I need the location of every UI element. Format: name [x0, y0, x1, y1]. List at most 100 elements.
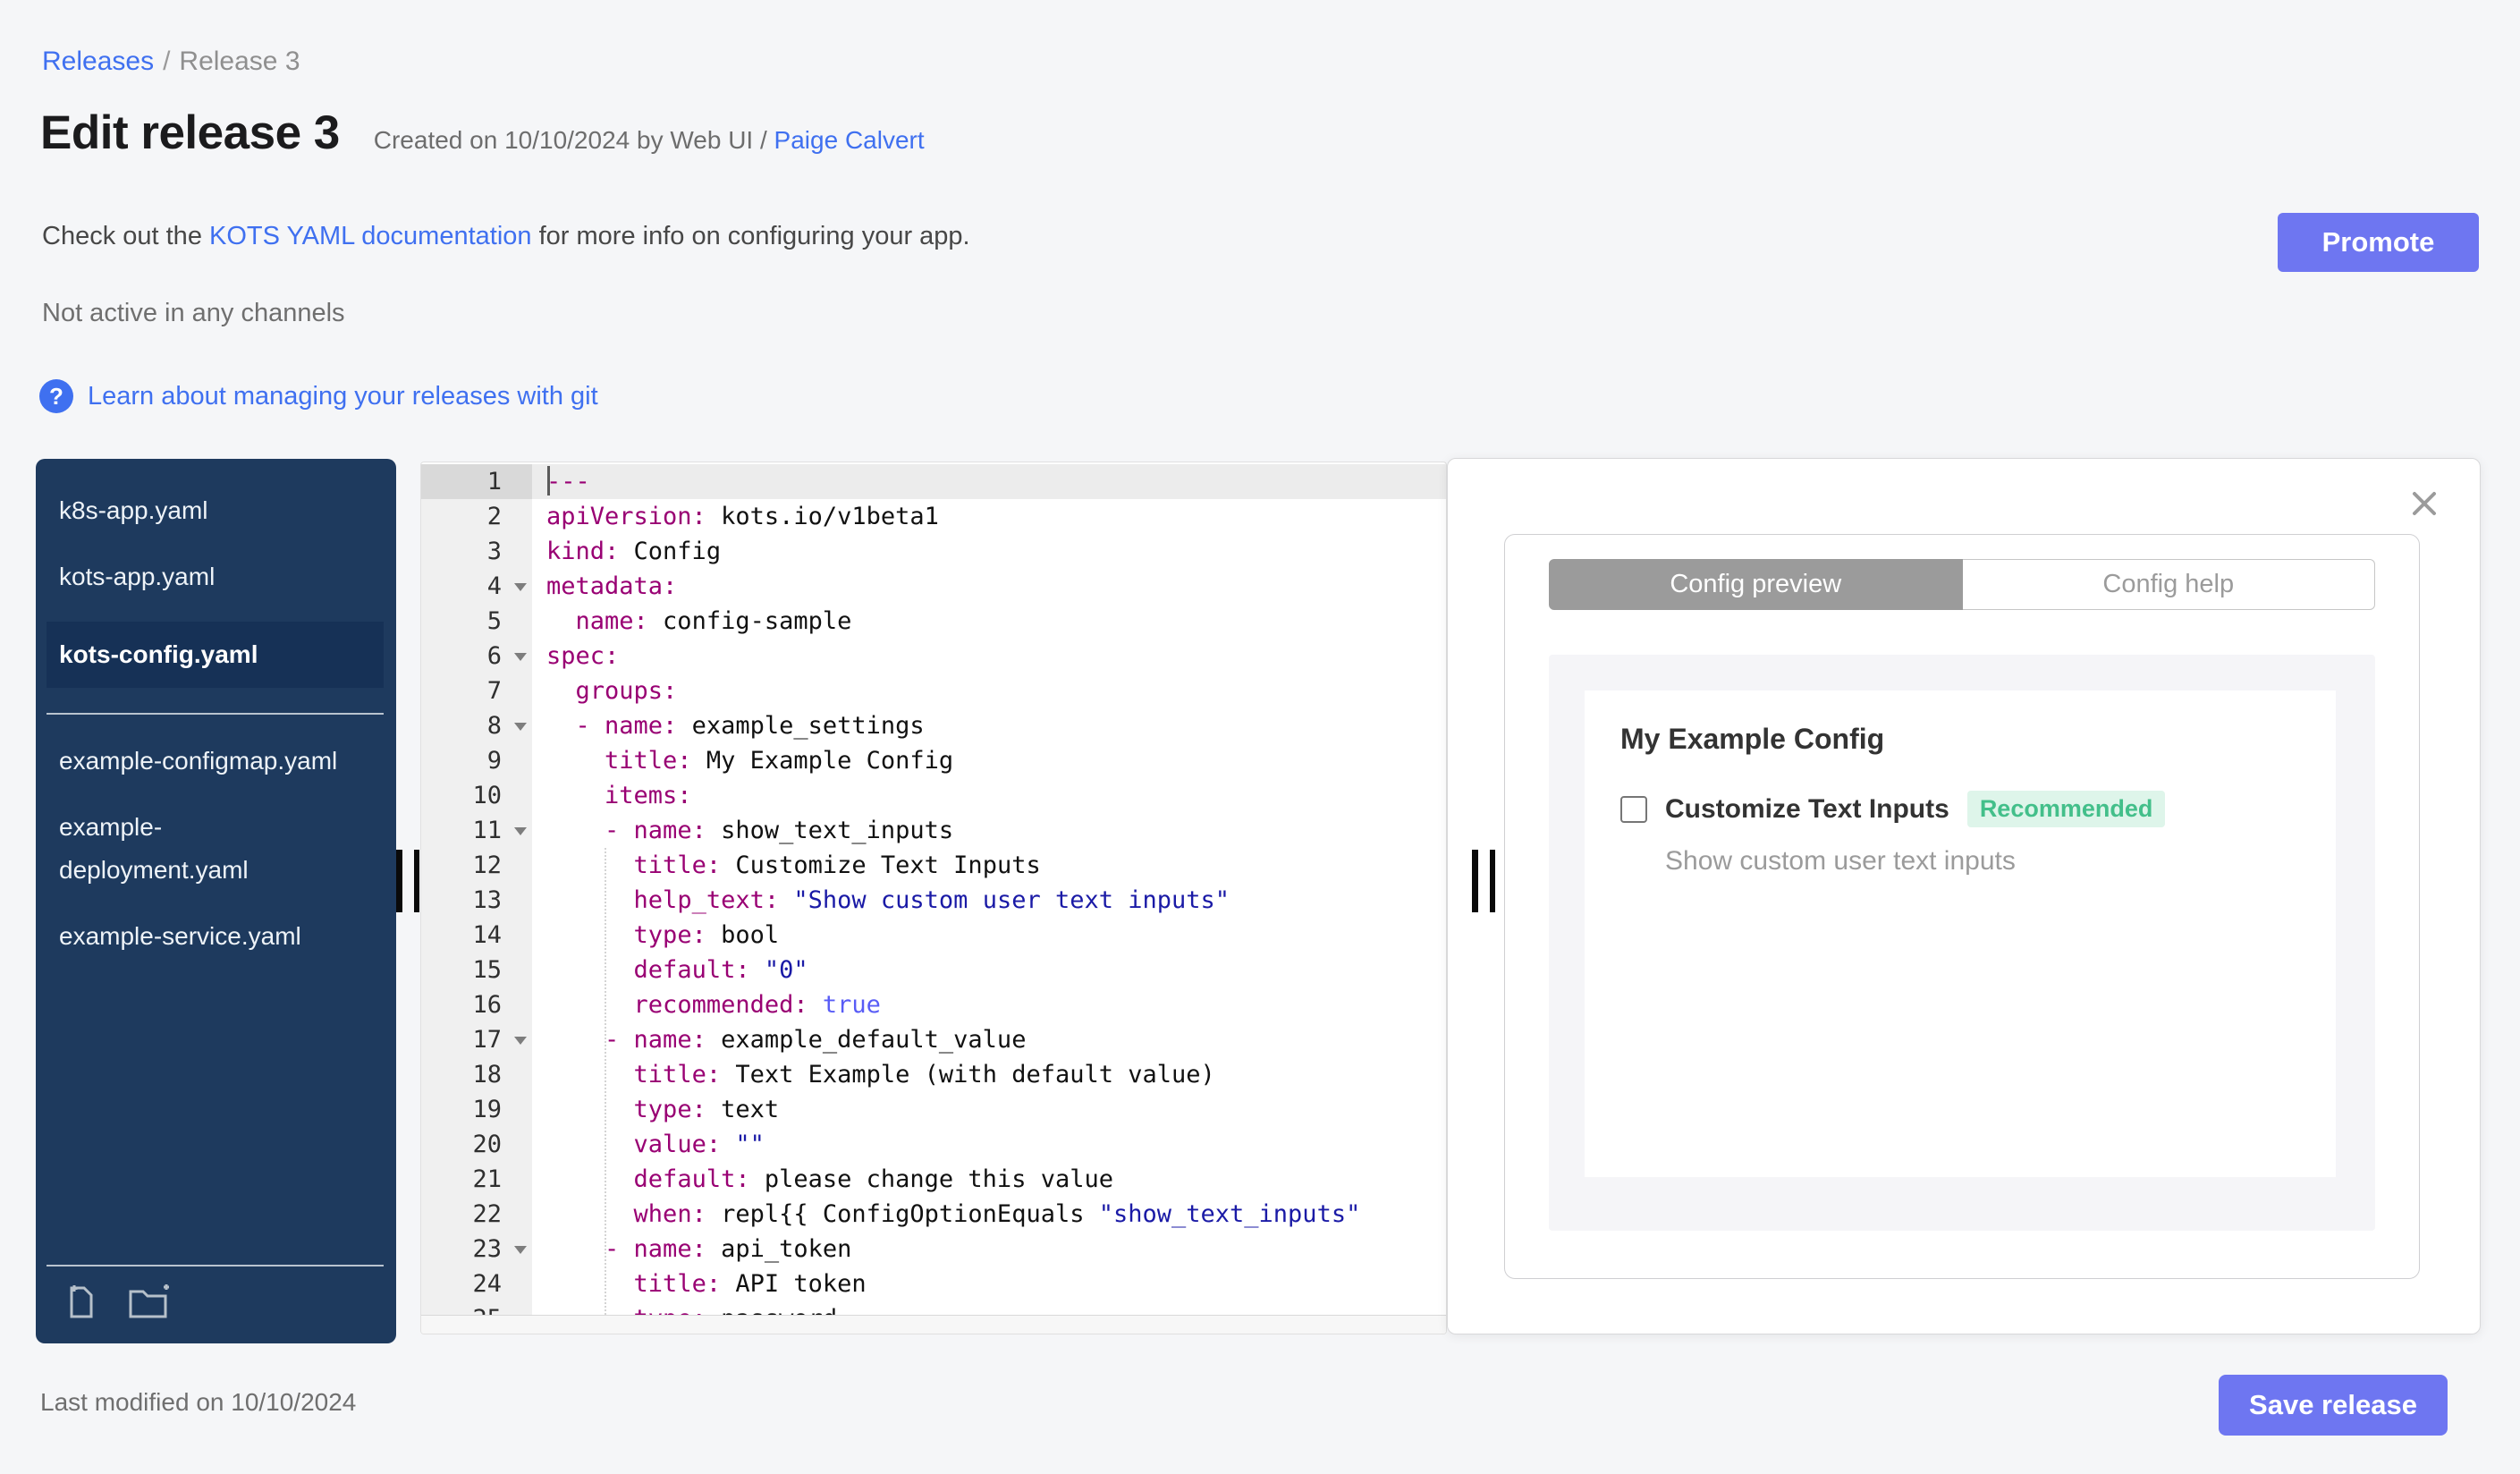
new-folder-icon[interactable] [127, 1283, 175, 1322]
sidebar-file-example-deployment.yaml[interactable]: example-deployment.yaml [47, 806, 384, 892]
config-preview-panel: Config preview Config help My Example Con… [1447, 458, 2481, 1334]
git-releases-link[interactable]: Learn about managing your releases with … [88, 382, 598, 411]
editor-line-8[interactable]: 8 - name: example_settings [421, 708, 1446, 743]
sidebar-file-example-service.yaml[interactable]: example-service.yaml [47, 915, 384, 958]
resize-handle-bar [1489, 850, 1495, 912]
docs-link[interactable]: KOTS YAML documentation [209, 222, 532, 250]
config-item-checkbox[interactable] [1620, 795, 1647, 823]
config-preview-area: My Example Config Customize Text Inputs … [1549, 655, 2375, 1231]
line-number: 22 [421, 1197, 532, 1232]
line-number: 15 [421, 953, 532, 987]
close-icon[interactable] [2409, 488, 2440, 519]
fold-arrow-icon[interactable] [514, 653, 527, 661]
editor-line-10[interactable]: 10 items: [421, 778, 1446, 813]
code-text: apiVersion: kots.io/v1beta1 [546, 503, 939, 530]
resize-handle-left[interactable] [396, 850, 419, 912]
file-tree-sidebar: k8s-app.yaml kots-app.yaml kots-config.yam… [36, 459, 396, 1343]
config-item-title: Customize Text Inputs [1665, 793, 1949, 824]
config-group-title: My Example Config [1620, 723, 1885, 755]
breadcrumb-separator: / [163, 47, 171, 76]
line-number: 10 [421, 778, 532, 813]
docs-suffix: for more info on configuring your app. [531, 222, 970, 250]
editor-line-22[interactable]: 22 when: repl{{ ConfigOptionEquals "show… [421, 1197, 1446, 1232]
editor-line-15[interactable]: 15 default: "0" [421, 953, 1446, 987]
docs-line: Check out the KOTS YAML documentation fo… [42, 222, 970, 251]
new-file-icon[interactable] [63, 1283, 102, 1322]
editor-line-9[interactable]: 9 title: My Example Config [421, 743, 1446, 778]
line-number: 19 [421, 1092, 532, 1127]
resize-handle-bar [413, 850, 419, 912]
line-number: 2 [421, 499, 532, 534]
line-number: 21 [421, 1162, 532, 1197]
editor-line-20[interactable]: 20 value: "" [421, 1127, 1446, 1162]
line-number: 9 [421, 743, 532, 778]
code-text: - name: example_settings [575, 712, 925, 740]
line-number: 20 [421, 1127, 532, 1162]
fold-arrow-icon[interactable] [514, 1246, 527, 1254]
fold-arrow-icon[interactable] [514, 723, 527, 731]
fold-arrow-icon[interactable] [514, 1037, 527, 1045]
sidebar-file-kots-app.yaml[interactable]: kots-app.yaml [47, 555, 384, 598]
code-text: spec: [546, 642, 620, 670]
code-text: - name: show_text_inputs [605, 817, 954, 844]
code-text: recommended: true [633, 991, 881, 1019]
promote-button[interactable]: Promote [2278, 213, 2479, 272]
file-tree-actions [63, 1283, 175, 1322]
code-text: - name: api_token [605, 1235, 852, 1263]
save-release-button[interactable]: Save release [2219, 1375, 2448, 1436]
line-number: 18 [421, 1057, 532, 1092]
editor-line-23[interactable]: 23 - name: api_token [421, 1232, 1446, 1266]
editor-line-17[interactable]: 17 - name: example_default_value [421, 1022, 1446, 1057]
editor-line-12[interactable]: 12 title: Customize Text Inputs [421, 848, 1446, 883]
fold-arrow-icon[interactable] [514, 583, 527, 591]
line-number: 8 [421, 708, 532, 743]
editor-line-16[interactable]: 16 recommended: true [421, 987, 1446, 1022]
editor-line-6[interactable]: 6 spec: [421, 639, 1446, 673]
editor-line-18[interactable]: 18 title: Text Example (with default val… [421, 1057, 1446, 1092]
config-panel-container: Config preview Config help My Example Con… [1504, 534, 2420, 1279]
editor-line-13[interactable]: 13 help_text: "Show custom user text inp… [421, 883, 1446, 918]
tab-config-preview[interactable]: Config preview [1549, 559, 1963, 610]
line-number: 7 [421, 673, 532, 708]
editor-line-5[interactable]: 5 name: config-sample [421, 604, 1446, 639]
sidebar-file-k8s-app.yaml[interactable]: k8s-app.yaml [47, 489, 384, 532]
editor-line-19[interactable]: 19 type: text [421, 1092, 1446, 1127]
breadcrumb: Releases / Release 3 [42, 47, 300, 77]
line-number: 5 [421, 604, 532, 639]
sidebar-file-kots-config.yaml[interactable]: kots-config.yaml [47, 622, 384, 688]
yaml-code-editor[interactable]: 1 --- 2 apiVersion: kots.io/v1beta1 3 kind: C… [420, 462, 1447, 1334]
editor-lines: 1 --- 2 apiVersion: kots.io/v1beta1 3 kind: C… [421, 464, 1446, 1334]
title-row: Edit release 3 Created on 10/10/2024 by … [40, 106, 925, 160]
page-title: Edit release 3 [40, 106, 340, 159]
resize-handle-right[interactable] [1472, 850, 1495, 912]
created-author-link[interactable]: Paige Calvert [774, 126, 925, 154]
editor-line-7[interactable]: 7 groups: [421, 673, 1446, 708]
code-text: title: Customize Text Inputs [633, 851, 1041, 879]
editor-line-21[interactable]: 21 default: please change this value [421, 1162, 1446, 1197]
line-number: 16 [421, 987, 532, 1022]
question-mark-icon[interactable]: ? [39, 379, 73, 413]
file-list: k8s-app.yaml kots-app.yaml kots-config.yam… [36, 489, 396, 958]
last-modified-text: Last modified on 10/10/2024 [40, 1388, 357, 1416]
editor-line-4[interactable]: 4 metadata: [421, 569, 1446, 604]
line-number: 14 [421, 918, 532, 953]
line-number: 11 [421, 813, 532, 848]
code-text: title: Text Example (with default value) [633, 1061, 1215, 1089]
editor-line-3[interactable]: 3 kind: Config [421, 534, 1446, 569]
code-text: default: please change this value [633, 1165, 1113, 1193]
editor-line-11[interactable]: 11 - name: show_text_inputs [421, 813, 1446, 848]
sidebar-file-example-configmap.yaml[interactable]: example-configmap.yaml [47, 740, 384, 783]
fold-arrow-icon[interactable] [514, 827, 527, 835]
editor-line-1[interactable]: 1 --- [421, 464, 1446, 499]
editor-line-24[interactable]: 24 title: API token [421, 1266, 1446, 1301]
breadcrumb-releases-link[interactable]: Releases [42, 47, 154, 76]
created-meta: Created on 10/10/2024 by Web UI / Paige … [374, 126, 925, 155]
config-tabs: Config preview Config help [1549, 559, 2375, 610]
code-text: metadata: [546, 572, 678, 600]
editor-line-2[interactable]: 2 apiVersion: kots.io/v1beta1 [421, 499, 1446, 534]
text-cursor [547, 466, 550, 496]
editor-horizontal-scrollbar[interactable] [421, 1315, 1446, 1334]
code-text: title: API token [633, 1270, 867, 1298]
editor-line-14[interactable]: 14 type: bool [421, 918, 1446, 953]
tab-config-help[interactable]: Config help [1962, 559, 2375, 610]
